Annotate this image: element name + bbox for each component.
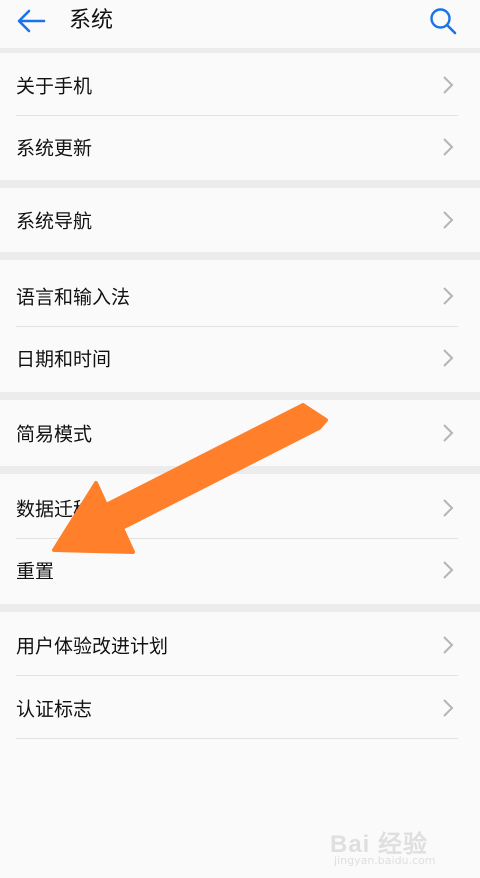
settings-item-user-experience[interactable]: 用户体验改进计划 — [0, 614, 480, 676]
watermark-site: jingyan.baidu.com — [334, 854, 436, 867]
settings-item-certification[interactable]: 认证标志 — [0, 677, 480, 739]
settings-item-label: 简易模式 — [16, 423, 93, 446]
search-button[interactable] — [427, 5, 459, 37]
chevron-right-icon — [443, 211, 454, 229]
group-separator — [0, 392, 480, 400]
app-header: 系统 — [0, 0, 480, 48]
back-arrow-icon — [17, 9, 46, 33]
settings-item-label: 用户体验改进计划 — [16, 635, 169, 658]
back-button[interactable] — [14, 6, 48, 36]
settings-item-label: 数据迁移 — [16, 498, 93, 521]
settings-item-label: 语言和输入法 — [16, 286, 131, 309]
group-separator — [0, 48, 480, 53]
settings-item-system-navigation[interactable]: 系统导航 — [0, 189, 480, 251]
group-separator — [0, 252, 480, 260]
chevron-right-icon — [443, 636, 454, 654]
chevron-right-icon — [443, 138, 454, 156]
search-icon — [430, 8, 457, 35]
page-title: 系统 — [69, 8, 114, 33]
chevron-right-icon — [443, 349, 454, 367]
chevron-right-icon — [443, 561, 454, 579]
watermark-logo: Bai 经验 jingyan.baidu.com — [330, 822, 460, 872]
settings-item-reset[interactable]: 重置 — [0, 539, 480, 601]
settings-item-simple-mode[interactable]: 简易模式 — [0, 402, 480, 464]
settings-item-label: 认证标志 — [16, 698, 93, 721]
settings-item-data-migration[interactable]: 数据迁移 — [0, 477, 480, 539]
settings-item-date-time[interactable]: 日期和时间 — [0, 327, 480, 389]
settings-item-label: 重置 — [16, 560, 55, 583]
settings-item-system-update[interactable]: 系统更新 — [0, 116, 480, 178]
chevron-right-icon — [443, 287, 454, 305]
settings-item-label: 日期和时间 — [16, 348, 112, 371]
settings-item-label: 系统导航 — [16, 210, 93, 233]
chevron-right-icon — [443, 76, 454, 94]
chevron-right-icon — [443, 424, 454, 442]
row-divider — [16, 675, 458, 676]
chevron-right-icon — [443, 499, 454, 517]
settings-item-language-input[interactable]: 语言和输入法 — [0, 265, 480, 327]
group-separator — [0, 180, 480, 188]
settings-item-about-phone[interactable]: 关于手机 — [0, 54, 480, 116]
group-separator — [0, 466, 480, 474]
row-divider — [16, 738, 458, 739]
settings-item-label: 关于手机 — [16, 75, 93, 98]
chevron-right-icon — [443, 699, 454, 717]
group-separator — [0, 604, 480, 612]
settings-item-label: 系统更新 — [16, 137, 93, 160]
